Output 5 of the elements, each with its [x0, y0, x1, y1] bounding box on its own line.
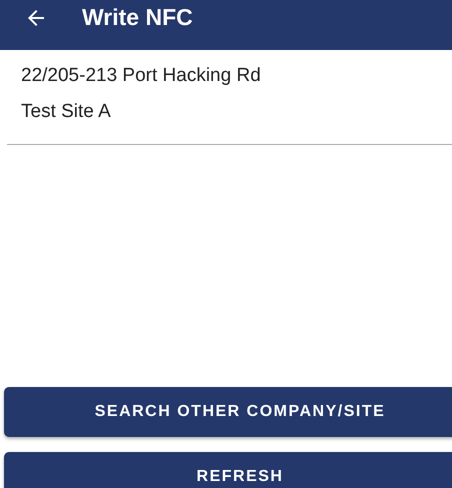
action-button[interactable]: REFRESH [4, 452, 452, 488]
site-address: 22/205-213 Port Hacking Rd [21, 64, 262, 88]
screen-title: Write NFC [82, 6, 193, 29]
site-name: Test Site A [21, 100, 112, 124]
action-button[interactable]: SEARCH OTHER COMPANY/SITE [4, 387, 452, 437]
